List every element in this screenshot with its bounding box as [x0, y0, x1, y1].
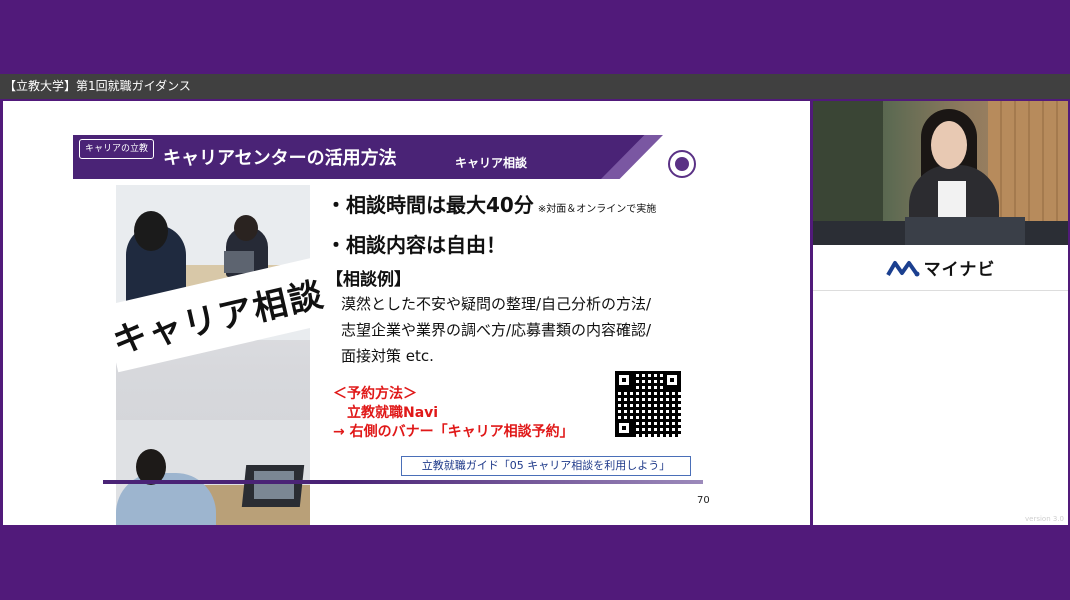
slide: キャリアの立教 キャリアセンターの活用方法 キャリア相談 キャリア相談 ・相談時… [3, 101, 810, 525]
bullet-consult-time-text: ・相談時間は最大40分 [326, 193, 534, 217]
presentation-stage: キャリアの立教 キャリアセンターの活用方法 キャリア相談 キャリア相談 ・相談時… [0, 99, 1070, 527]
example-line: 面接対策 etc. [341, 347, 434, 365]
viewer-frame: 【立教大学】第1回就職ガイダンス キャリアの立教 キャリアセンターの活用方法 キ… [0, 0, 1070, 600]
bullet-consult-content: ・相談内容は自由！ [326, 233, 506, 257]
reservation-line2: → 右側のバナー「キャリア相談予約」 [333, 424, 574, 440]
slide-tag: キャリアの立教 [79, 139, 155, 159]
reservation-heading: ＜予約方法＞ [333, 386, 417, 402]
logo-text: マイナビ [923, 260, 996, 280]
page-number: 70 [697, 495, 710, 506]
version-label: version 3.0 [1025, 515, 1064, 523]
reservation-info: ＜予約方法＞ 立教就職Navi → 右側のバナー「キャリア相談予約」 [333, 385, 574, 442]
university-emblem-icon [668, 150, 696, 178]
bullet-consult-time-note: ※対面＆オンラインで実施 [537, 204, 657, 215]
window-title: 【立教大学】第1回就職ガイダンス [0, 74, 1070, 99]
slide-title: キャリアセンターの活用方法 [163, 148, 397, 169]
side-panel: マイナビ version 3.0 [813, 101, 1068, 525]
slide-footer-line [103, 480, 703, 484]
guide-reference: 立教就職ガイド「05 キャリア相談を利用しよう」 [401, 456, 691, 476]
bullet-consult-time: ・相談時間は最大40分 ※対面＆オンラインで実施 [326, 189, 656, 218]
examples-heading: 【相談例】 [326, 270, 411, 290]
example-line: 志望企業や業界の調べ方/応募書類の内容確認/ [341, 321, 652, 339]
mynavi-logo-icon [885, 259, 920, 277]
reservation-line1: 立教就職Navi [347, 405, 439, 421]
qr-code-icon [615, 371, 681, 437]
example-line: 漠然とした不安や疑問の整理/自己分析の方法/ [341, 295, 652, 313]
sponsor-logo: マイナビ [813, 245, 1068, 291]
slide-subtitle: キャリア相談 [455, 156, 528, 170]
presenter-video [813, 101, 1068, 245]
